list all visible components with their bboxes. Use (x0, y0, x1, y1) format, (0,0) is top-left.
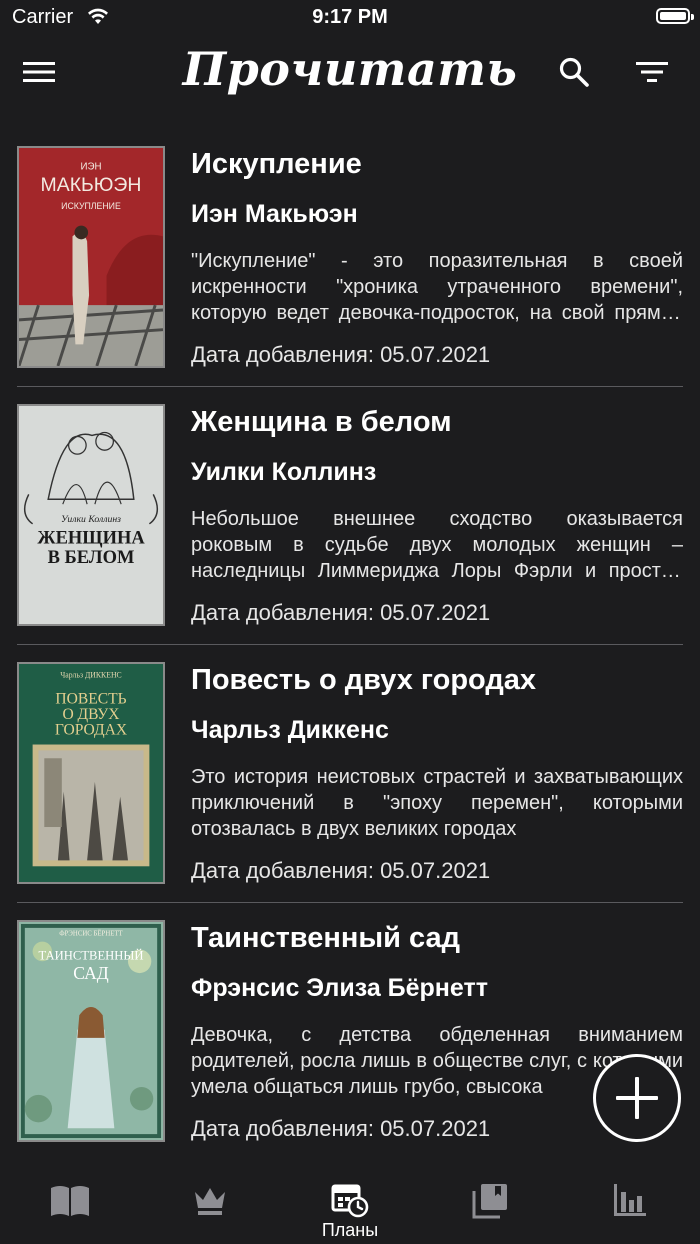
book-author: Иэн Макьюэн (191, 200, 358, 228)
plus-icon (616, 1077, 658, 1119)
book-cover: ФРЭНСИС БЁРНЕТТ ТАИНСТВЕННЫЙ САД (17, 920, 165, 1142)
cover-title: ТАИНСТВЕННЫЙ (38, 948, 143, 962)
tab-books[interactable] (20, 1168, 120, 1244)
stats-icon (614, 1184, 646, 1216)
book-list-item[interactable]: ИЭН МАКЬЮЭН ИСКУПЛЕНИЕ Искупление Иэн Ма… (0, 144, 700, 402)
book-title: Таинственный сад (191, 922, 461, 954)
book-list-item[interactable]: ФРЭНСИС БЁРНЕТТ ТАИНСТВЕННЫЙ САД Таинств… (0, 918, 700, 1176)
book-description: Небольшое внешнее сходство оказывается р… (191, 508, 683, 582)
cover-subtitle: САД (73, 963, 108, 983)
book-cover: ИЭН МАКЬЮЭН ИСКУПЛЕНИЕ (17, 146, 165, 368)
book-date-added: Дата добавления: 05.07.2021 (191, 858, 491, 883)
tab-library[interactable] (440, 1168, 540, 1244)
book-date-added: Дата добавления: 05.07.2021 (191, 600, 491, 625)
library-icon (472, 1184, 507, 1219)
cover-subtitle: ИСКУПЛЕНИЕ (61, 201, 121, 211)
tab-favorites[interactable] (160, 1168, 260, 1244)
divider (17, 644, 683, 645)
tab-statistics[interactable] (580, 1168, 680, 1244)
cover-title: ЖЕНЩИНА (37, 527, 145, 548)
book-title: Женщина в белом (191, 406, 452, 438)
book-list-item[interactable]: Чарльз ДИККЕНС ПОВЕСТЬ О ДВУХ ГОРОДАХ По… (0, 660, 700, 918)
book-description: Это история неистовых страстей и захваты… (191, 766, 683, 840)
filter-icon (636, 62, 668, 82)
crown-icon (195, 1188, 225, 1215)
navigation-bar: Прочитать (0, 38, 700, 108)
battery-icon (656, 8, 694, 24)
search-button[interactable] (552, 50, 596, 94)
search-icon (559, 57, 589, 87)
book-date-added: Дата добавления: 05.07.2021 (191, 342, 491, 367)
book-cover: Уилки Коллинз ЖЕНЩИНА В БЕЛОМ (17, 404, 165, 626)
book-list-item[interactable]: Уилки Коллинз ЖЕНЩИНА В БЕЛОМ Женщина в … (0, 402, 700, 660)
cover-subtitle: О ДВУХ (62, 706, 119, 723)
book-author: Уилки Коллинз (191, 458, 377, 486)
cover-subtitle: В БЕЛОМ (48, 547, 135, 568)
cover-subtitle-2: ГОРОДАХ (55, 722, 127, 739)
book-date-added: Дата добавления: 05.07.2021 (191, 1116, 491, 1141)
book-title: Искупление (191, 148, 362, 180)
clock-label: 9:17 PM (312, 6, 388, 28)
add-book-button[interactable] (593, 1054, 681, 1142)
cover-title: ПОВЕСТЬ (55, 690, 126, 707)
tab-bar: Планы (0, 1168, 700, 1244)
book-title: Повесть о двух городах (191, 664, 537, 696)
book-description: "Искупление" - это поразительная в своей… (191, 250, 683, 324)
cover-author: ИЭН (81, 162, 102, 173)
calendar-clock-icon (331, 1184, 369, 1218)
cover-author: Уилки Коллинз (61, 514, 121, 525)
book-icon (51, 1186, 89, 1216)
cover-title: МАКЬЮЭН (41, 174, 142, 196)
divider (17, 386, 683, 387)
cover-author: ФРЭНСИС БЁРНЕТТ (59, 931, 123, 938)
cover-author: Чарльз ДИККЕНС (60, 671, 121, 680)
book-author: Чарльз Диккенс (191, 716, 389, 744)
book-author: Фрэнсис Элиза Бёрнетт (191, 974, 488, 1002)
divider (17, 902, 683, 903)
tab-label: Планы (321, 1220, 379, 1240)
tab-plans[interactable]: Планы (300, 1168, 400, 1244)
book-cover: Чарльз ДИККЕНС ПОВЕСТЬ О ДВУХ ГОРОДАХ (17, 662, 165, 884)
status-bar: Carrier 9:17 PM (0, 0, 700, 36)
filter-button[interactable] (630, 50, 674, 94)
book-list: ИЭН МАКЬЮЭН ИСКУПЛЕНИЕ Искупление Иэн Ма… (0, 144, 700, 1176)
